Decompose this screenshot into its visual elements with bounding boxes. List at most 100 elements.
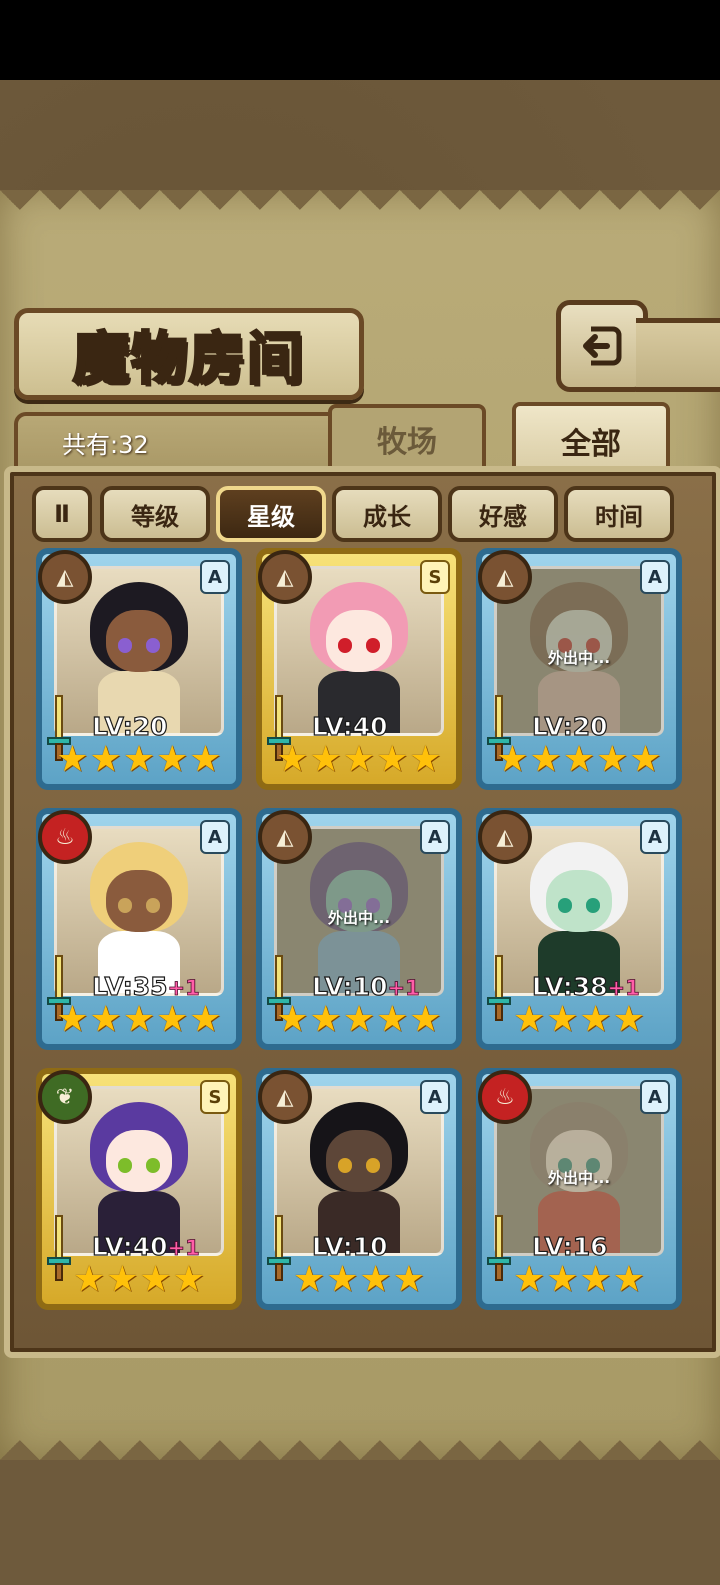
star-icon: ★: [409, 999, 442, 1040]
level-value: LV:16: [531, 1231, 608, 1261]
monster-card[interactable]: ❦ S LV:40+1 ★ ★ ★ ★: [36, 1068, 242, 1310]
earth-element-icon: ◭: [258, 550, 312, 604]
tab-all-label: 全部: [561, 427, 621, 462]
page-title: 魔物房间: [72, 324, 305, 393]
monster-card[interactable]: ◭ A LV:20 ★ ★ ★ ★ ★: [36, 548, 242, 790]
star-icon: ★: [562, 739, 596, 780]
monster-card[interactable]: 外出中... ◭ A LV:10+1 ★ ★ ★ ★ ★: [256, 808, 462, 1050]
away-status: 外出中...: [547, 1169, 611, 1187]
star-icon: ★: [629, 739, 662, 780]
level-label: LV:38+1: [531, 971, 640, 1001]
monster-card[interactable]: 外出中... ♨ A LV:16 ★ ★ ★ ★: [476, 1068, 682, 1310]
sort-time-label: 时间: [595, 502, 643, 531]
level-label: LV:40: [311, 711, 388, 741]
earth-element-icon: ◭: [258, 810, 312, 864]
tab-ranch[interactable]: 牧场: [328, 404, 486, 470]
star-rating: ★ ★ ★ ★: [482, 1260, 676, 1300]
rank-badge: A: [420, 820, 450, 854]
rank-badge: A: [420, 1080, 450, 1114]
level-value: LV:10: [311, 971, 388, 1001]
level-bonus: +1: [167, 1236, 200, 1261]
star-rating: ★ ★ ★ ★: [42, 1260, 236, 1300]
status-bar-area: [0, 0, 720, 80]
sort-growth-button[interactable]: 成长: [332, 486, 442, 542]
sort-order-toggle[interactable]: Ⅱ: [32, 486, 92, 542]
star-icon: ★: [376, 999, 409, 1040]
star-icon: ★: [342, 739, 376, 780]
star-icon: ★: [276, 739, 309, 780]
rank-badge: A: [640, 1080, 670, 1114]
fire-element-icon: ♨: [38, 810, 92, 864]
level-value: LV:10: [311, 1231, 388, 1261]
monster-card[interactable]: ◭ A LV:10 ★ ★ ★ ★: [256, 1068, 462, 1310]
rank-badge: A: [640, 560, 670, 594]
level-value: LV:38: [531, 971, 608, 1001]
level-value: LV:40: [91, 1231, 168, 1261]
monster-card[interactable]: ♨ A LV:35+1 ★ ★ ★ ★ ★: [36, 808, 242, 1050]
star-icon: ★: [122, 999, 156, 1040]
sort-affection-button[interactable]: 好感: [448, 486, 558, 542]
star-rating: ★ ★ ★ ★ ★: [482, 740, 676, 780]
star-rating: ★ ★ ★ ★ ★: [42, 740, 236, 780]
fire-element-icon: ♨: [478, 1070, 532, 1124]
level-label: LV:40+1: [91, 1231, 200, 1261]
star-icon: ★: [512, 1259, 546, 1300]
level-value: LV:35: [91, 971, 168, 1001]
star-icon: ★: [122, 739, 156, 780]
rank-badge: S: [420, 560, 450, 594]
star-icon: ★: [56, 999, 89, 1040]
rank-badge: A: [200, 820, 230, 854]
back-button[interactable]: [556, 300, 648, 392]
star-icon: ★: [512, 999, 546, 1040]
level-value: LV:40: [311, 711, 388, 741]
sort-stars-label: 星级: [247, 502, 295, 531]
level-label: LV:20: [531, 711, 608, 741]
star-icon: ★: [546, 999, 579, 1040]
level-label: LV:10+1: [311, 971, 420, 1001]
monster-count: 共有:32: [62, 431, 149, 459]
star-icon: ★: [409, 739, 442, 780]
star-icon: ★: [579, 999, 612, 1040]
level-value: LV:20: [91, 711, 168, 741]
star-icon: ★: [529, 739, 562, 780]
level-bonus: +1: [607, 976, 640, 1001]
star-rating: ★ ★ ★ ★ ★: [262, 740, 456, 780]
title-plate: 魔物房间: [14, 308, 364, 400]
star-icon: ★: [596, 739, 629, 780]
star-icon: ★: [612, 1259, 646, 1300]
monster-card[interactable]: ◭ S LV:40 ★ ★ ★ ★ ★: [256, 548, 462, 790]
star-icon: ★: [342, 999, 376, 1040]
star-icon: ★: [156, 999, 189, 1040]
earth-element-icon: ◭: [478, 550, 532, 604]
star-icon: ★: [56, 739, 89, 780]
star-icon: ★: [309, 999, 342, 1040]
sort-time-button[interactable]: 时间: [564, 486, 674, 542]
star-icon: ★: [72, 1259, 106, 1300]
tab-all[interactable]: 全部: [512, 402, 670, 476]
star-icon: ★: [359, 1259, 392, 1300]
sort-toggle-label: Ⅱ: [54, 500, 70, 528]
star-icon: ★: [89, 739, 122, 780]
star-icon: ★: [276, 999, 309, 1040]
star-icon: ★: [156, 739, 189, 780]
away-status: 外出中...: [327, 909, 391, 927]
star-icon: ★: [496, 739, 529, 780]
star-rating: ★ ★ ★ ★ ★: [42, 1000, 236, 1040]
level-value: LV:20: [531, 711, 608, 741]
earth-element-icon: ◭: [258, 1070, 312, 1124]
level-bonus: +1: [167, 976, 200, 1001]
star-icon: ★: [326, 1259, 359, 1300]
monster-card[interactable]: ◭ A LV:38+1 ★ ★ ★ ★: [476, 808, 682, 1050]
star-icon: ★: [309, 739, 342, 780]
sort-level-button[interactable]: 等级: [100, 486, 210, 542]
sort-affection-label: 好感: [479, 502, 527, 531]
star-icon: ★: [139, 1259, 172, 1300]
star-icon: ★: [579, 1259, 612, 1300]
star-rating: ★ ★ ★ ★: [262, 1260, 456, 1300]
star-icon: ★: [376, 739, 409, 780]
monster-card[interactable]: 外出中... ◭ A LV:20 ★ ★ ★ ★ ★: [476, 548, 682, 790]
sort-stars-button[interactable]: 星级: [216, 486, 326, 542]
level-label: LV:35+1: [91, 971, 200, 1001]
rank-badge: S: [200, 1080, 230, 1114]
rank-badge: A: [200, 560, 230, 594]
